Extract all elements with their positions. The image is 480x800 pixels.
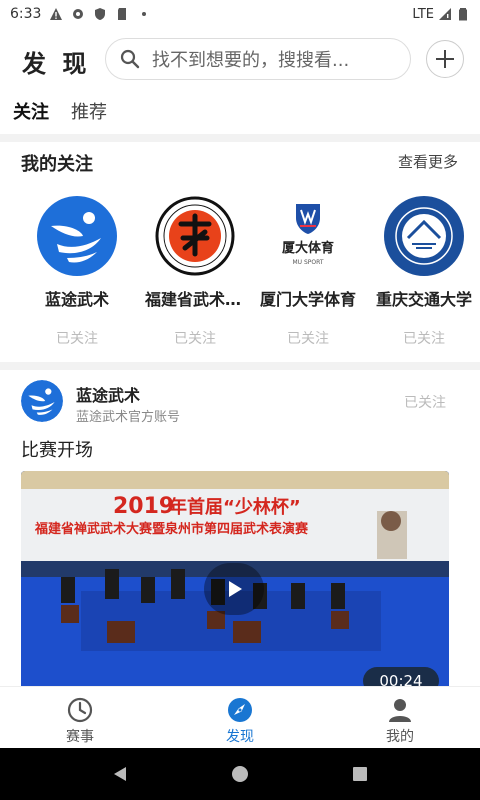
top-header: 发 现 找不到想要的，搜搜看... (0, 36, 480, 84)
follow-name: 福建省武术协会 (145, 290, 245, 309)
banner-subtitle: 福建省禅武武术大赛暨泉州市第四届武术表演赛 (34, 521, 309, 537)
tab-bar: 关注 推荐 (0, 98, 480, 126)
post-subtitle: 蓝途武术官方账号 (76, 410, 181, 425)
follow-status: 已关注 (56, 331, 98, 347)
signal-icon (439, 8, 451, 20)
nav-profile[interactable]: 我的 (320, 687, 480, 748)
search-input[interactable]: 找不到想要的，搜搜看... (152, 46, 349, 72)
nav-label: 发现 (226, 729, 254, 745)
battery-icon (459, 8, 467, 21)
follow-name: 厦门大学体育 (259, 290, 356, 309)
video-thumbnail[interactable]: 2019 年首届“少林杯” 福建省禅武武术大赛暨泉州市第四届武术表演赛 (21, 471, 449, 687)
xmu-sport-logo-icon: 厦大体育 MU SPORT (268, 196, 348, 276)
lantu-logo-icon (37, 196, 117, 276)
tab-following[interactable]: 关注 (13, 98, 49, 126)
system-nav-bar (0, 748, 480, 800)
post-header: 蓝途武术 蓝途武术官方账号 已关注 (0, 378, 480, 428)
page-title: 发 现 (22, 50, 91, 78)
follow-name: 蓝途武术 (44, 290, 109, 309)
section-title: 我的关注 (21, 154, 93, 175)
avatar[interactable] (21, 380, 63, 422)
post-title: 比赛开场 (21, 440, 93, 461)
nav-events[interactable]: 赛事 (0, 687, 160, 748)
follow-card-cqjtu[interactable]: 重庆交通大学 已关注 (374, 196, 474, 348)
follow-card-lantu[interactable]: 蓝途武术 已关注 (27, 196, 127, 348)
recents-icon[interactable] (350, 764, 370, 784)
bottom-nav: 赛事 发现 我的 (0, 686, 480, 748)
tab-recommend[interactable]: 推荐 (71, 98, 107, 126)
search-icon (120, 49, 140, 69)
warning-icon (50, 8, 63, 20)
post-author[interactable]: 蓝途武术 (76, 382, 140, 406)
follow-card-xmu[interactable]: 厦大体育 MU SPORT 厦门大学体育 已关注 (258, 196, 358, 348)
nav-label: 我的 (386, 729, 414, 745)
dot-icon (142, 12, 147, 16)
plus-icon (436, 50, 454, 68)
back-icon[interactable] (110, 764, 130, 784)
status-bar: 6:33 LTE (0, 0, 480, 28)
svg-text:MU SPORT: MU SPORT (292, 259, 323, 266)
post-follow-status[interactable]: 已关注 (404, 392, 446, 412)
cqjtu-logo-icon (384, 196, 464, 276)
follow-status: 已关注 (403, 331, 445, 347)
screen: { "status_bar": { "time": "6:33", "netwo… (0, 0, 480, 800)
home-icon[interactable] (230, 764, 250, 784)
banner-year: 2019 (113, 494, 174, 519)
network-label: LTE (412, 6, 434, 22)
follow-name: 重庆交通大学 (375, 290, 472, 309)
banner-title: 年首届“少林杯” (169, 496, 301, 518)
my-follows-header: 我的关注 查看更多 (0, 142, 480, 178)
search-bar[interactable]: 找不到想要的，搜搜看... (105, 38, 411, 80)
divider (0, 134, 480, 142)
status-time: 6:33 (10, 6, 42, 22)
play-button[interactable] (204, 563, 264, 615)
nav-discover[interactable]: 发现 (160, 687, 320, 748)
add-button[interactable] (426, 40, 464, 78)
follow-status: 已关注 (174, 331, 216, 347)
follow-card-fujian[interactable]: 福建省武术协会 已关注 (145, 196, 245, 348)
see-more-link[interactable]: 查看更多 (398, 151, 458, 172)
clock-icon (67, 697, 93, 723)
compass-icon (228, 698, 252, 722)
svg-text:厦大体育: 厦大体育 (282, 240, 334, 256)
fujian-wushu-logo-icon (155, 196, 235, 276)
shield-icon (95, 8, 106, 20)
sd-card-icon (118, 8, 127, 20)
nav-label: 赛事 (66, 729, 94, 745)
play-icon (229, 581, 242, 597)
settings-gear-icon (73, 9, 84, 19)
person-icon (389, 699, 411, 722)
divider (0, 362, 480, 370)
follow-status: 已关注 (287, 331, 329, 347)
follows-list: 蓝途武术 已关注 福建省武术协会 已关注 厦大体育 (0, 196, 480, 348)
